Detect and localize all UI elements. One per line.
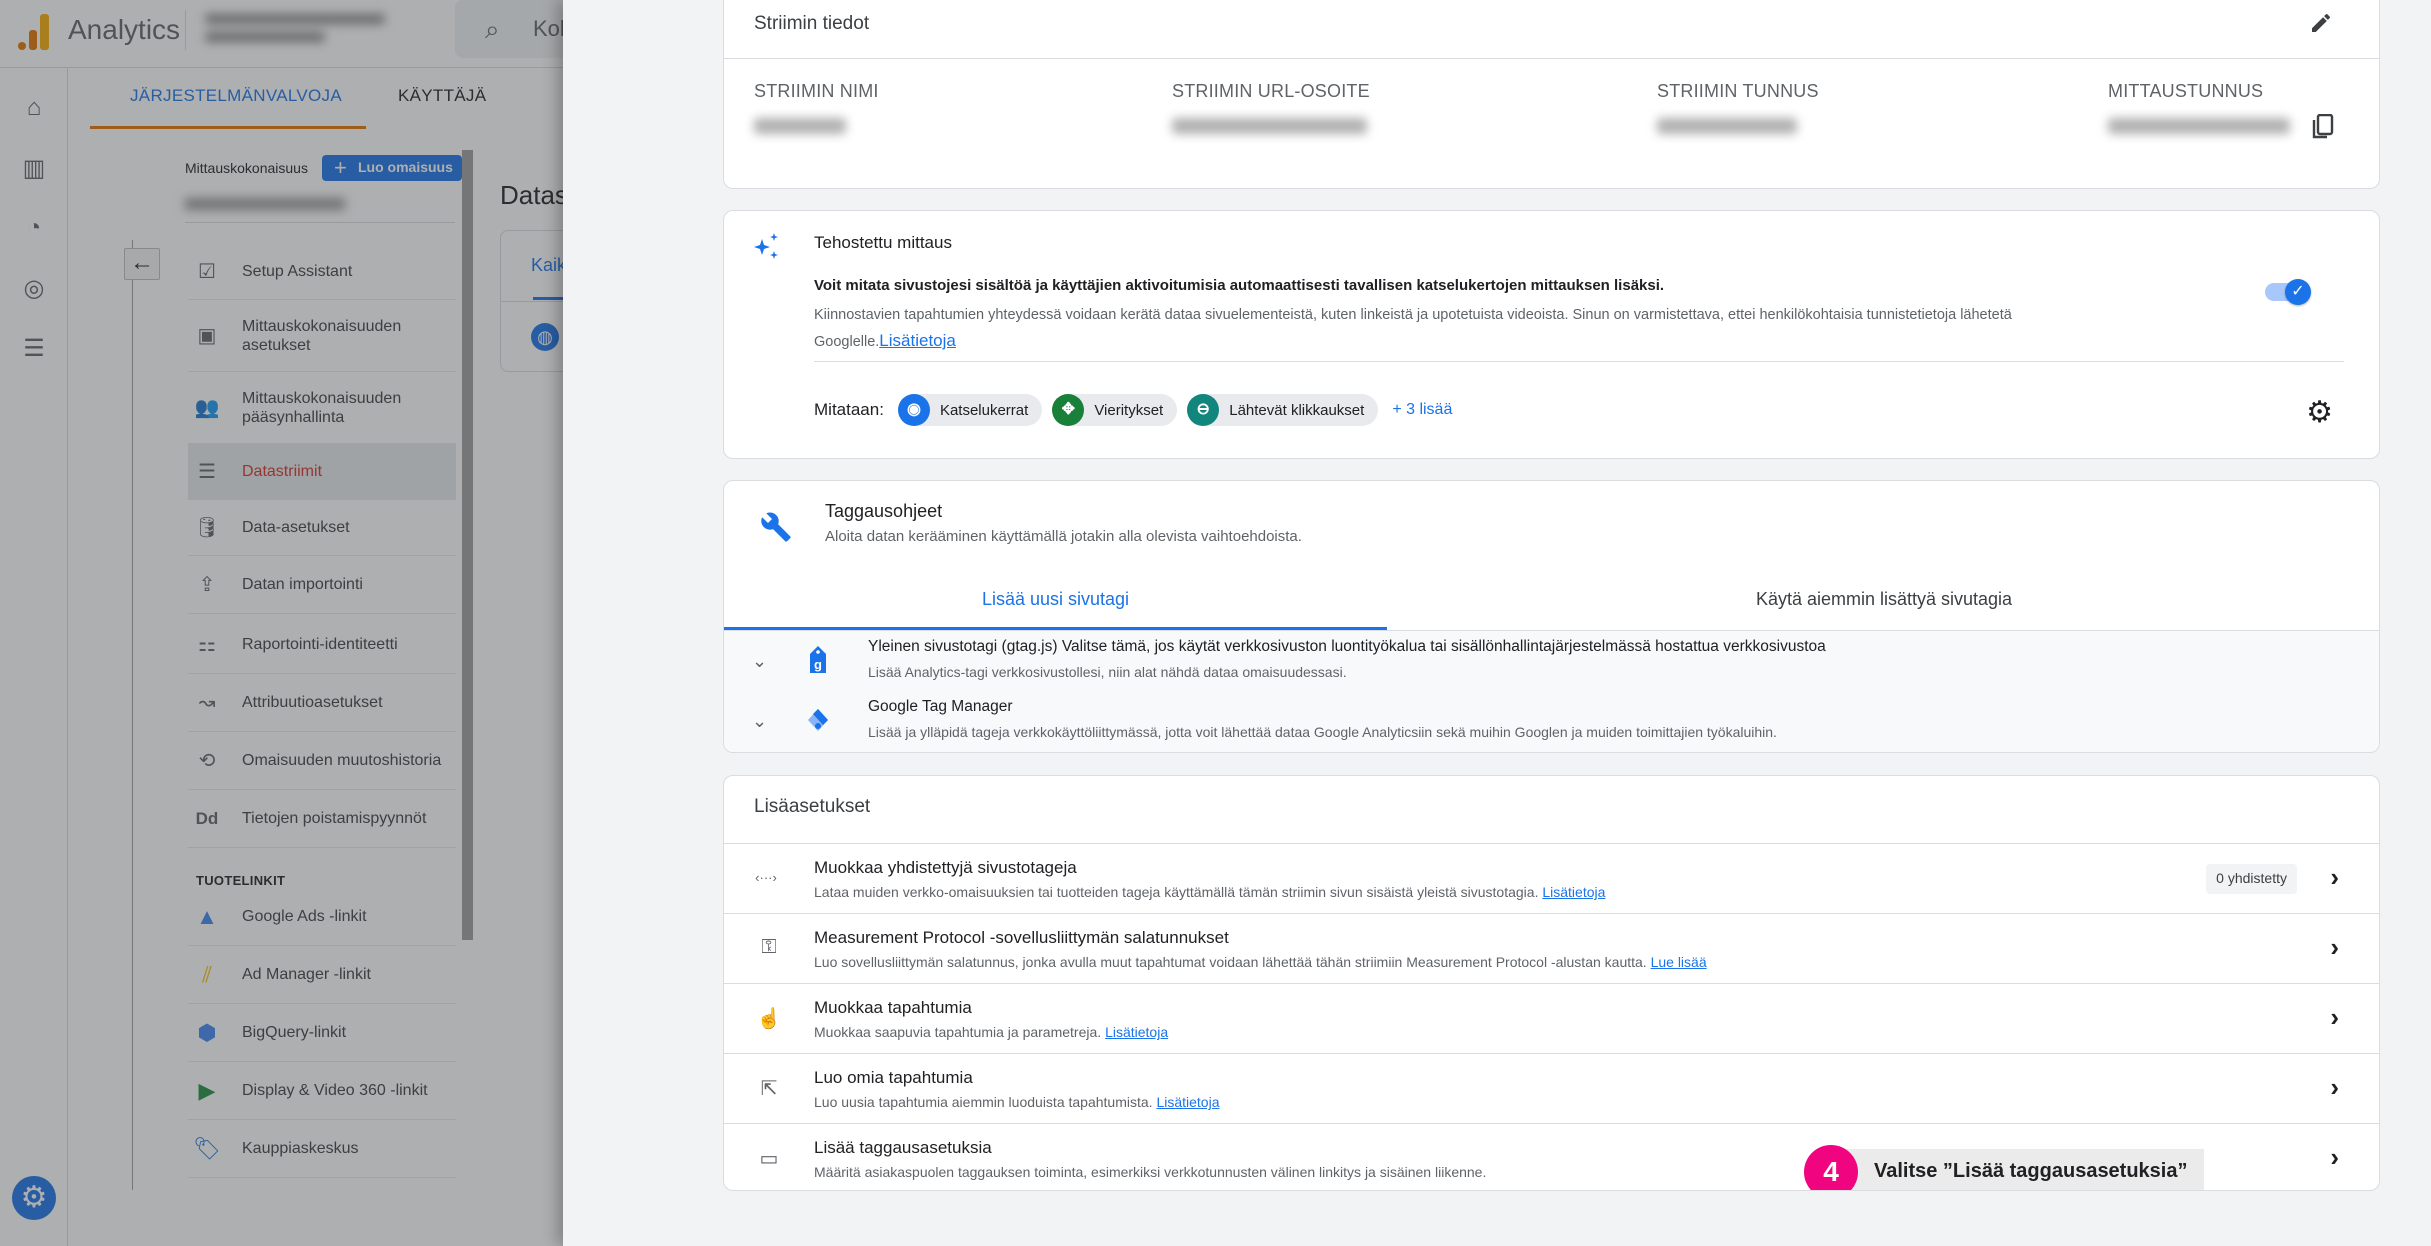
learn-more-link[interactable]: Lisätietoja [1156,1094,1219,1110]
card-title: Taggausohjeet [825,501,943,521]
chevron-right-icon[interactable]: › [2330,862,2339,893]
field-stream-id: STRIIMIN TUNNUS [1657,81,1819,134]
enhanced-measurement-toggle[interactable]: ✓ [2265,279,2311,305]
chevron-right-icon[interactable]: › [2330,932,2339,963]
step-callout: 4 Valitse ”Lisää taggausasetuksia” [1804,1145,2204,1190]
additional-settings-card: Lisäasetukset ‹···› Muokkaa yhdistettyjä … [723,775,2380,1191]
divider [814,361,2344,362]
chevron-down-icon[interactable]: ⌄ [752,651,767,672]
sparkle-icon [754,233,778,259]
learn-more-link[interactable]: Lue lisää [1651,954,1707,970]
tab-use-existing-tag[interactable]: Käytä aiemmin lisättyä sivutagia [1387,589,2379,610]
settings-row[interactable]: ☝ Muokkaa tapahtumia Muokkaa saapuvia tapa… [724,983,2379,1053]
card-title: Tehostettu mittaus [814,233,952,252]
stream-name-value-blurred [754,118,846,134]
chevron-right-icon[interactable]: › [2330,1142,2339,1173]
learn-more-link[interactable]: Lisätietoja [1105,1024,1168,1040]
divider [724,58,2379,59]
active-tab-indicator [724,627,1387,630]
label-icon: ▭ [759,1148,779,1170]
more-events-link[interactable]: + 3 lisää [1392,401,1452,419]
key-icon: ⚿ [761,936,777,958]
field-stream-url: STRIIMIN URL-OSOITE [1172,81,1370,134]
tagging-instructions-card: Taggausohjeet Aloita datan kerääminen kä… [723,480,2380,753]
settings-row[interactable]: ‹···› Muokkaa yhdistettyjä sivustotageja L… [724,843,2379,913]
measured-event-chip: ⊖ Lähtevät klikkaukset [1187,394,1379,426]
modal-scrim[interactable] [0,0,563,1246]
stream-id-value-blurred [1657,118,1797,134]
enhanced-measurement-card: Tehostettu mittaus Voit mitata sivustoje… [723,210,2380,459]
chevron-right-icon[interactable]: › [2330,1002,2339,1033]
tag-manager-icon [808,709,828,731]
step-instruction: Valitse ”Lisää taggausasetuksia” [1844,1149,2204,1190]
click-icon: ⇱ [760,1078,778,1100]
chevron-right-icon[interactable]: › [2330,1072,2339,1103]
measurement-id-value-blurred [2108,118,2290,134]
settings-row[interactable]: ⇱ Luo omia tapahtumia Luo uusia tapahtumia… [724,1053,2379,1123]
measured-events: Mitataan: ◉ Katselukerrat ✥ Vieritykset ⊖ Läh… [814,394,1452,426]
check-icon: ✓ [2285,279,2311,305]
option-google-tag-manager[interactable]: ⌄ Google Tag Manager Lisää ja ylläpidä t… [724,691,2379,749]
card-title: Lisäasetukset [754,796,871,817]
tab-add-new-tag[interactable]: Lisää uusi sivutagi [724,589,1387,610]
edit-pencil-icon[interactable] [2309,11,2333,35]
touch-icon: ☝ [756,1008,782,1030]
settings-row[interactable]: ▭ Lisää taggausasetuksia Määritä asiakaspu… [724,1123,2379,1190]
wrench-icon [761,512,791,542]
stream-details-card: Striimin tiedot STRIIMIN NIMI STRIIMIN U… [723,0,2380,189]
card-title: Striimin tiedot [754,13,870,34]
field-measurement-id: MITTAUSTUNNUS [2108,81,2290,134]
chevron-down-icon[interactable]: ⌄ [752,711,767,732]
stream-url-value-blurred [1172,118,1367,134]
option-gtag[interactable]: ⌄ g Yleinen sivustotagi (gtag.js) Valits… [724,631,2379,689]
settings-row[interactable]: ⚿ Measurement Protocol -sovellusliittymän… [724,913,2379,983]
connected-count-badge: 0 yhdistetty [2206,864,2297,894]
mouse-icon: ⊖ [1187,394,1220,426]
gtag-icon: g [810,646,826,673]
field-stream-name: STRIIMIN NIMI [754,81,879,134]
stream-details-panel: Striimin tiedot STRIIMIN NIMI STRIIMIN U… [563,0,2431,1246]
enhanced-description: Kiinnostavien tapahtumien yhteydessä voi… [814,307,2012,350]
tag-options: ⌄ g Yleinen sivustotagi (gtag.js) Valits… [724,631,2379,752]
code-icon: ‹···› [755,870,777,885]
svg-text:g: g [814,657,822,672]
card-subtitle: Aloita datan kerääminen käyttämällä jota… [825,528,1302,545]
enhanced-lead-text: Voit mitata sivustojesi sisältöä ja käyt… [814,277,1665,294]
eye-icon: ◉ [897,394,930,426]
learn-more-link[interactable]: Lisätietoja [879,331,956,350]
step-number-badge: 4 [1804,1145,1858,1190]
measured-event-chip: ✥ Vieritykset [1052,394,1178,426]
scroll-icon: ✥ [1052,394,1085,426]
measured-event-chip: ◉ Katselukerrat [897,394,1043,426]
settings-gear-icon[interactable]: ⚙ [2306,395,2333,430]
learn-more-link[interactable]: Lisätietoja [1542,884,1605,900]
copy-icon[interactable] [2312,114,2334,140]
